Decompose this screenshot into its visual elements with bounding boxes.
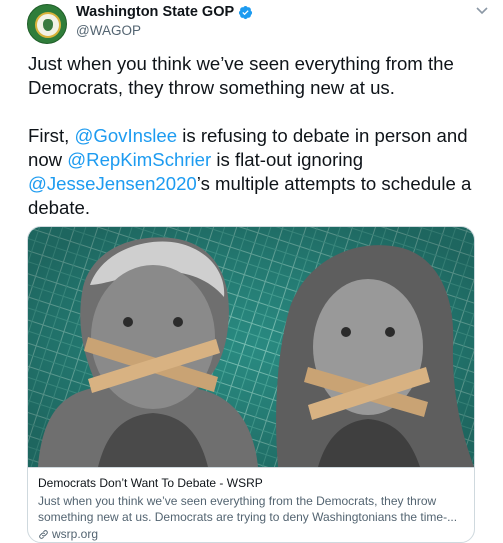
name-row: Washington State GOP (76, 4, 253, 20)
card-title[interactable]: Democrats Don’t Want To Debate - WSRP (38, 476, 464, 491)
mention-link-jessejensen2020[interactable]: @JesseJensen2020 (28, 173, 197, 194)
tweet[interactable]: Washington State GOP @WAGOP Just when yo… (0, 0, 503, 543)
tweet-paragraph-1: Just when you think we’ve seen everythin… (28, 53, 454, 98)
card-domain[interactable]: wsrp.org (38, 527, 464, 541)
mention-link-govinslee[interactable]: @GovInslee (74, 125, 177, 146)
tweet-header: Washington State GOP @WAGOP (76, 4, 253, 38)
link-icon (39, 529, 48, 539)
state-seal-logo (35, 12, 61, 38)
verified-badge-icon (239, 5, 253, 19)
card-meta[interactable]: Democrats Don’t Want To Debate - WSRP Ju… (28, 467, 474, 542)
chevron-down-icon[interactable] (473, 4, 491, 18)
card-domain-text[interactable]: wsrp.org (52, 527, 98, 541)
display-name[interactable]: Washington State GOP (76, 4, 234, 20)
card-description: Just when you think we’ve seen everythin… (38, 494, 458, 524)
tweet-text: Just when you think we’ve seen everythin… (28, 52, 493, 244)
tweet-paragraph-2: First, @GovInslee is refusing to debate … (28, 124, 493, 220)
text-segment: First, (28, 125, 75, 146)
handle[interactable]: @WAGOP (76, 23, 253, 38)
avatar[interactable] (27, 4, 67, 44)
text-segment: is flat-out ignoring (211, 149, 364, 170)
link-card[interactable]: Democrats Don’t Want To Debate - WSRP Ju… (27, 226, 475, 543)
mention-link-repkimschrier[interactable]: @RepKimSchrier (67, 149, 211, 170)
card-image[interactable] (28, 227, 474, 467)
